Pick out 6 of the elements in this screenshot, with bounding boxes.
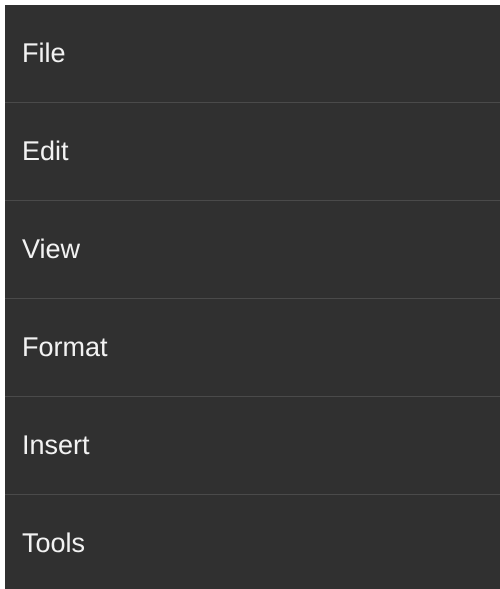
menu-item[interactable]: Insert: [5, 397, 500, 495]
menu-item[interactable]: File: [5, 5, 500, 103]
menu-item[interactable]: Tools: [5, 495, 500, 589]
menu-item[interactable]: Format: [5, 299, 500, 397]
menu-item[interactable]: View: [5, 201, 500, 299]
menu-item[interactable]: Edit: [5, 103, 500, 201]
